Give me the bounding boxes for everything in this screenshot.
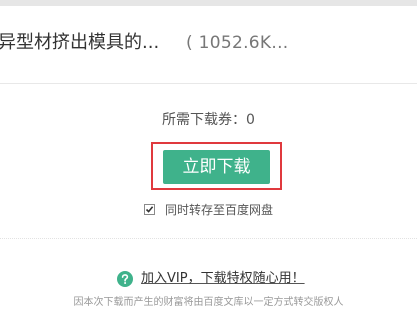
question-circle-icon — [117, 271, 133, 287]
coupon-label: 所需下载券： — [162, 112, 247, 128]
file-size: ( 1052.6K... — [186, 33, 289, 53]
copyright-notice: 因本次下载而产生的财富将由百度文库以一定方式转交版权人 — [73, 297, 344, 308]
join-vip-link[interactable]: 加入VIP，下载特权随心用！ — [141, 270, 305, 288]
checkmark-icon — [145, 206, 154, 213]
save-to-pan-label: 同时转存至百度网盘 — [165, 203, 274, 217]
divider — [0, 83, 417, 84]
coupon-value: 0 — [246, 112, 255, 128]
top-bar — [0, 0, 417, 6]
file-info-row: 异型材挤出模具的... ( 1052.6K... — [0, 30, 417, 60]
file-title: 异型材挤出模具的... — [0, 32, 160, 53]
coupon-requirement: 所需下载券：0 — [0, 110, 417, 130]
divider-dotted — [0, 238, 417, 240]
save-to-pan-checkbox[interactable] — [144, 204, 155, 215]
download-now-button[interactable]: 立即下载 — [163, 150, 270, 184]
